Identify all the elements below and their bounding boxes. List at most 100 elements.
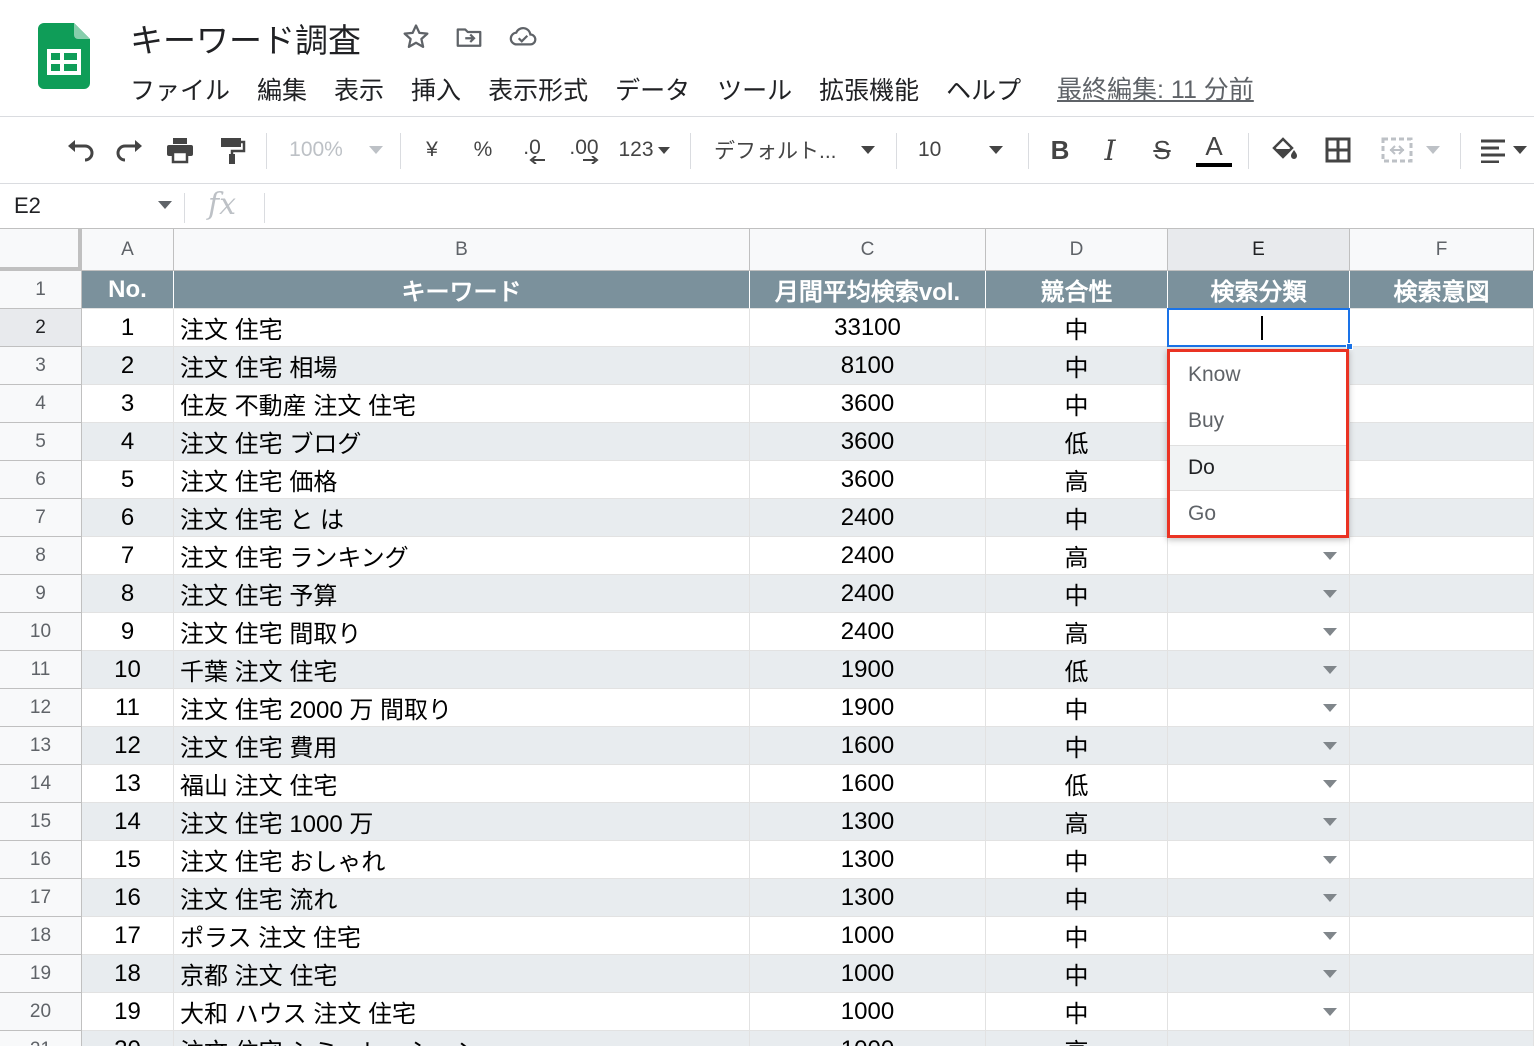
cell-keyword[interactable]: 注文 住宅 1000 万 [174, 803, 750, 841]
menu-data[interactable]: データ [615, 71, 690, 107]
menu-format[interactable]: 表示形式 [488, 71, 588, 107]
cell-search-intent[interactable] [1350, 423, 1534, 461]
row-header-21[interactable]: 21 [0, 1031, 82, 1046]
font-family-select[interactable]: デフォルト... [714, 129, 880, 171]
cell-search-intent[interactable] [1350, 803, 1534, 841]
cell-no[interactable]: 9 [82, 613, 174, 651]
header-cell-search-intent[interactable]: 検索意図 [1350, 271, 1534, 309]
borders-icon[interactable] [1318, 129, 1358, 171]
cell-keyword[interactable]: 大和 ハウス 注文 住宅 [174, 993, 750, 1031]
cell-no[interactable]: 13 [82, 765, 174, 803]
cell-competition[interactable]: 中 [986, 385, 1168, 423]
chevron-down-icon[interactable] [1323, 817, 1337, 826]
percent-format-button[interactable]: % [464, 129, 502, 171]
cell-keyword[interactable]: 注文 住宅 ブログ [174, 423, 750, 461]
cell-search-intent[interactable] [1350, 879, 1534, 917]
cell-no[interactable]: 5 [82, 461, 174, 499]
row-header-12[interactable]: 12 [0, 689, 82, 727]
cell-competition[interactable]: 低 [986, 651, 1168, 689]
header-cell-keyword[interactable]: キーワード [174, 271, 750, 309]
cell-keyword[interactable]: 注文 住宅 相場 [174, 347, 750, 385]
row-header-4[interactable]: 4 [0, 385, 82, 423]
cell-keyword[interactable]: 注文 住宅 費用 [174, 727, 750, 765]
italic-button[interactable]: I [1092, 129, 1128, 171]
cell-search-intent[interactable] [1350, 385, 1534, 423]
cell-keyword[interactable]: 注文 住宅 おしゃれ [174, 841, 750, 879]
cell-no[interactable]: 12 [82, 727, 174, 765]
cell-no[interactable]: 11 [82, 689, 174, 727]
cell-no[interactable]: 6 [82, 499, 174, 537]
row-header-1[interactable]: 1 [0, 271, 82, 309]
row-header-20[interactable]: 20 [0, 993, 82, 1031]
font-size-select[interactable]: 10 [918, 129, 1016, 171]
chevron-down-icon[interactable] [1323, 1007, 1337, 1016]
row-header-16[interactable]: 16 [0, 841, 82, 879]
column-header-a[interactable]: A [82, 229, 174, 271]
cell-keyword[interactable]: 注文 住宅 流れ [174, 879, 750, 917]
cell-search-intent[interactable] [1350, 689, 1534, 727]
dropdown-option-go[interactable]: Go [1170, 491, 1346, 537]
cell-competition[interactable]: 中 [986, 499, 1168, 537]
cell-no[interactable]: 20 [82, 1031, 174, 1046]
cell-competition[interactable]: 中 [986, 309, 1168, 347]
header-cell-volume[interactable]: 月間平均検索vol. [750, 271, 986, 309]
cell-no[interactable]: 17 [82, 917, 174, 955]
cell-competition[interactable]: 高 [986, 1031, 1168, 1046]
cell-competition[interactable]: 中 [986, 347, 1168, 385]
row-header-17[interactable]: 17 [0, 879, 82, 917]
chevron-down-icon[interactable] [1323, 703, 1337, 712]
column-header-c[interactable]: C [750, 229, 986, 271]
cell-no[interactable]: 10 [82, 651, 174, 689]
row-header-19[interactable]: 19 [0, 955, 82, 993]
cell-volume[interactable]: 3600 [750, 423, 986, 461]
cell-no[interactable]: 18 [82, 955, 174, 993]
column-header-e[interactable]: E [1168, 229, 1350, 271]
cell-competition[interactable]: 中 [986, 575, 1168, 613]
cell-search-category[interactable] [1168, 841, 1350, 879]
cell-volume[interactable]: 8100 [750, 347, 986, 385]
cell-no[interactable]: 2 [82, 347, 174, 385]
cell-search-category[interactable] [1168, 575, 1350, 613]
cell-search-intent[interactable] [1350, 309, 1534, 347]
cell-search-category[interactable] [1168, 537, 1350, 575]
cell-search-category[interactable] [1168, 727, 1350, 765]
cell-search-category[interactable] [1168, 613, 1350, 651]
cell-competition[interactable]: 高 [986, 537, 1168, 575]
decrease-decimal-button[interactable]: .0 [512, 129, 552, 171]
bold-button[interactable]: B [1042, 129, 1078, 171]
row-header-5[interactable]: 5 [0, 423, 82, 461]
column-header-b[interactable]: B [174, 229, 750, 271]
text-color-button[interactable]: A [1194, 129, 1234, 171]
row-header-9[interactable]: 9 [0, 575, 82, 613]
cell-competition[interactable]: 中 [986, 689, 1168, 727]
menu-edit[interactable]: 編集 [257, 71, 307, 107]
row-header-7[interactable]: 7 [0, 499, 82, 537]
cell-no[interactable]: 19 [82, 993, 174, 1031]
chevron-down-icon[interactable] [1323, 551, 1337, 560]
cell-volume[interactable]: 1000 [750, 993, 986, 1031]
merge-cells-icon[interactable] [1372, 129, 1448, 171]
cell-search-category[interactable] [1168, 651, 1350, 689]
row-header-2[interactable]: 2 [0, 309, 82, 347]
cell-search-intent[interactable] [1350, 727, 1534, 765]
fill-color-icon[interactable] [1264, 129, 1304, 171]
cell-competition[interactable]: 中 [986, 955, 1168, 993]
row-header-6[interactable]: 6 [0, 461, 82, 499]
column-header-f[interactable]: F [1350, 229, 1534, 271]
menu-file[interactable]: ファイル [130, 71, 230, 107]
menu-view[interactable]: 表示 [334, 71, 384, 107]
cell-search-intent[interactable] [1350, 841, 1534, 879]
chevron-down-icon[interactable] [1323, 627, 1337, 636]
active-cell-e2[interactable] [1167, 308, 1350, 347]
formula-input[interactable] [276, 193, 1516, 223]
cell-keyword[interactable]: 注文 住宅 予算 [174, 575, 750, 613]
paint-format-icon[interactable] [212, 129, 252, 171]
cell-competition[interactable]: 高 [986, 461, 1168, 499]
row-header-10[interactable]: 10 [0, 613, 82, 651]
cell-volume[interactable]: 1300 [750, 841, 986, 879]
cell-keyword[interactable]: 京都 注文 住宅 [174, 955, 750, 993]
chevron-down-icon[interactable] [1323, 893, 1337, 902]
cell-volume[interactable]: 1000 [750, 955, 986, 993]
cell-search-intent[interactable] [1350, 613, 1534, 651]
dropdown-option-know[interactable]: Know [1170, 352, 1346, 398]
